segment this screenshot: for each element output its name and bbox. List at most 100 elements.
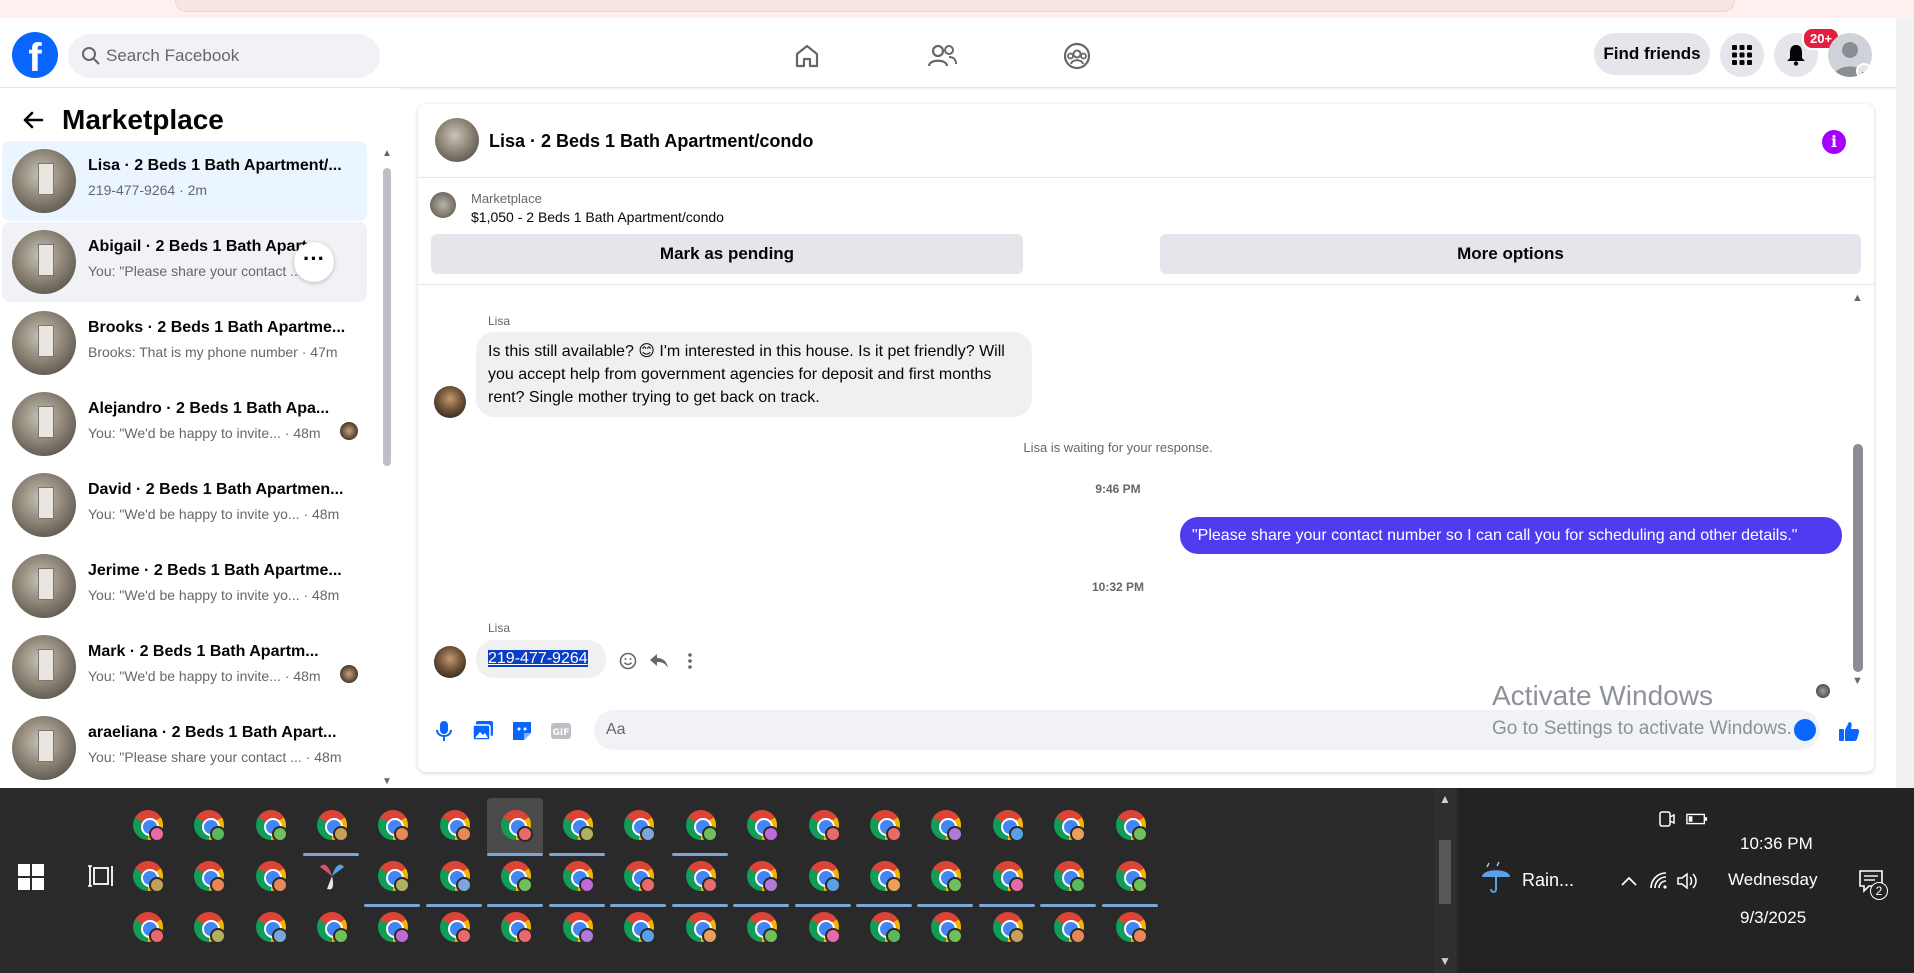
- home-icon[interactable]: [783, 32, 831, 80]
- incoming-message[interactable]: 219-477-9264: [476, 640, 606, 678]
- taskbar-chrome-window[interactable]: [917, 849, 973, 907]
- thumbs-up-icon[interactable]: [1838, 720, 1860, 742]
- umbrella-rain-icon[interactable]: [1478, 860, 1514, 896]
- taskbar-chrome-window[interactable]: [1040, 900, 1096, 958]
- taskbar-chrome-window[interactable]: [487, 849, 543, 907]
- taskbar-chrome-window[interactable]: [733, 900, 789, 958]
- photo-icon[interactable]: [472, 720, 494, 742]
- taskbar-chrome-window[interactable]: [610, 798, 666, 856]
- listing-summary[interactable]: Marketplace $1,050 - 2 Beds 1 Bath Apart…: [428, 188, 1864, 228]
- emoji-icon[interactable]: [1794, 719, 1816, 741]
- taskbar-chrome-window[interactable]: [795, 900, 851, 958]
- taskbar-chrome-window[interactable]: [119, 900, 175, 958]
- taskbar-chrome-window[interactable]: [549, 849, 605, 907]
- taskbar-chrome-window[interactable]: [303, 849, 359, 907]
- friends-icon[interactable]: [918, 32, 966, 80]
- menu-grid-icon[interactable]: [1720, 33, 1764, 77]
- meet-now-icon[interactable]: [1656, 808, 1678, 830]
- taskbar-scrollbar[interactable]: ▲ ▼: [1434, 788, 1456, 973]
- mark-as-pending-button[interactable]: Mark as pending: [431, 234, 1023, 274]
- page-scrollbar[interactable]: [1896, 18, 1914, 788]
- taskbar-chrome-window[interactable]: [242, 849, 298, 907]
- taskbar-chrome-window[interactable]: [426, 900, 482, 958]
- taskbar-chrome-window[interactable]: [610, 849, 666, 907]
- taskbar-chrome-window[interactable]: [242, 900, 298, 958]
- gif-icon[interactable]: GIF: [550, 720, 572, 742]
- scroll-up-arrow-icon[interactable]: ▲: [382, 148, 392, 159]
- outgoing-message[interactable]: "Please share your contact number so I c…: [1180, 517, 1842, 554]
- taskbar-chrome-window[interactable]: [1102, 798, 1158, 856]
- incoming-message[interactable]: Is this still available? 😊 I'm intereste…: [476, 332, 1032, 417]
- wifi-icon[interactable]: [1648, 870, 1670, 892]
- taskbar-chrome-window[interactable]: [487, 900, 543, 958]
- info-icon[interactable]: i: [1822, 130, 1846, 154]
- sticker-icon[interactable]: [511, 720, 533, 742]
- scroll-thumb[interactable]: [383, 168, 391, 466]
- taskbar-chrome-window[interactable]: [426, 798, 482, 856]
- taskbar-chrome-window[interactable]: [856, 900, 912, 958]
- taskbar-chrome-window[interactable]: [672, 798, 728, 856]
- reply-icon[interactable]: [648, 650, 670, 672]
- taskbar-chrome-window[interactable]: [1102, 849, 1158, 907]
- scroll-thumb[interactable]: [1853, 444, 1863, 672]
- back-arrow-icon[interactable]: [18, 105, 48, 135]
- taskbar-chrome-window[interactable]: [610, 900, 666, 958]
- taskbar-chrome-window[interactable]: [1040, 849, 1096, 907]
- taskbar-chrome-window[interactable]: [364, 849, 420, 907]
- taskbar-chrome-window[interactable]: [303, 900, 359, 958]
- more-options-icon[interactable]: ···: [294, 242, 334, 282]
- taskbar-chrome-window[interactable]: [917, 798, 973, 856]
- weather-label[interactable]: Rain...: [1522, 870, 1574, 891]
- taskbar-chrome-window[interactable]: [487, 798, 543, 856]
- sidebar-scrollbar[interactable]: ▲ ▼: [381, 148, 395, 787]
- conversation-item[interactable]: araeliana · 2 Beds 1 Bath Apart... You: …: [2, 708, 367, 788]
- taskbar-chrome-window[interactable]: [733, 798, 789, 856]
- taskbar-chrome-window[interactable]: [549, 798, 605, 856]
- sender-avatar[interactable]: [434, 646, 466, 678]
- conversation-item[interactable]: Jerime · 2 Beds 1 Bath Apartme... You: "…: [2, 546, 367, 626]
- more-options-button[interactable]: More options: [1160, 234, 1861, 274]
- taskbar-chrome-window[interactable]: [1040, 798, 1096, 856]
- taskbar-chrome-window[interactable]: [303, 798, 359, 856]
- taskbar-chrome-window[interactable]: [119, 798, 175, 856]
- taskbar-chrome-window[interactable]: [426, 849, 482, 907]
- conversation-item[interactable]: Brooks · 2 Beds 1 Bath Apartme... Brooks…: [2, 303, 367, 383]
- taskbar-chrome-window[interactable]: [979, 900, 1035, 958]
- taskbar-chrome-window[interactable]: [119, 849, 175, 907]
- more-vertical-icon[interactable]: [679, 650, 701, 672]
- clock-day[interactable]: Wednesday: [1728, 870, 1817, 890]
- taskbar-chrome-window[interactable]: [856, 798, 912, 856]
- scroll-up-arrow-icon[interactable]: ▲: [1852, 292, 1863, 304]
- taskbar-chrome-window[interactable]: [672, 900, 728, 958]
- clock-time[interactable]: 10:36 PM: [1740, 834, 1813, 854]
- taskbar-chrome-window[interactable]: [733, 849, 789, 907]
- find-friends-button[interactable]: Find friends: [1594, 33, 1710, 75]
- taskbar-chrome-window[interactable]: [672, 849, 728, 907]
- task-view-icon[interactable]: [88, 862, 116, 890]
- account-avatar[interactable]: ⌄: [1828, 33, 1872, 77]
- facebook-logo[interactable]: f: [12, 32, 58, 78]
- conversation-item[interactable]: Lisa · 2 Beds 1 Bath Apartment/... 219-4…: [2, 141, 367, 221]
- windows-start-icon[interactable]: [18, 864, 44, 890]
- scroll-down-arrow-icon[interactable]: ▼: [1852, 675, 1863, 687]
- taskbar-chrome-window[interactable]: [364, 900, 420, 958]
- taskbar-chrome-window[interactable]: [795, 798, 851, 856]
- sender-avatar[interactable]: [434, 386, 466, 418]
- taskbar-chrome-window[interactable]: [979, 798, 1035, 856]
- microphone-icon[interactable]: [433, 720, 455, 742]
- chat-scrollbar[interactable]: ▲ ▼: [1850, 292, 1864, 687]
- taskbar-chrome-window[interactable]: [795, 849, 851, 907]
- taskbar-chrome-window[interactable]: [180, 900, 236, 958]
- taskbar-chrome-window[interactable]: [364, 798, 420, 856]
- volume-icon[interactable]: [1676, 870, 1698, 892]
- scroll-thumb[interactable]: [1439, 840, 1451, 904]
- selected-phone-number[interactable]: 219-477-9264: [488, 650, 588, 667]
- conversation-item[interactable]: Alejandro · 2 Beds 1 Bath Apa... You: "W…: [2, 384, 367, 464]
- address-bar[interactable]: [175, 0, 1735, 12]
- conversation-item[interactable]: Abigail · 2 Beds 1 Bath Apart... You: "P…: [2, 222, 367, 302]
- taskbar-chrome-window[interactable]: [1102, 900, 1158, 958]
- taskbar-chrome-window[interactable]: [856, 849, 912, 907]
- listing-thumbnail[interactable]: [435, 118, 479, 162]
- battery-icon[interactable]: [1686, 808, 1708, 830]
- taskbar-chrome-window[interactable]: [979, 849, 1035, 907]
